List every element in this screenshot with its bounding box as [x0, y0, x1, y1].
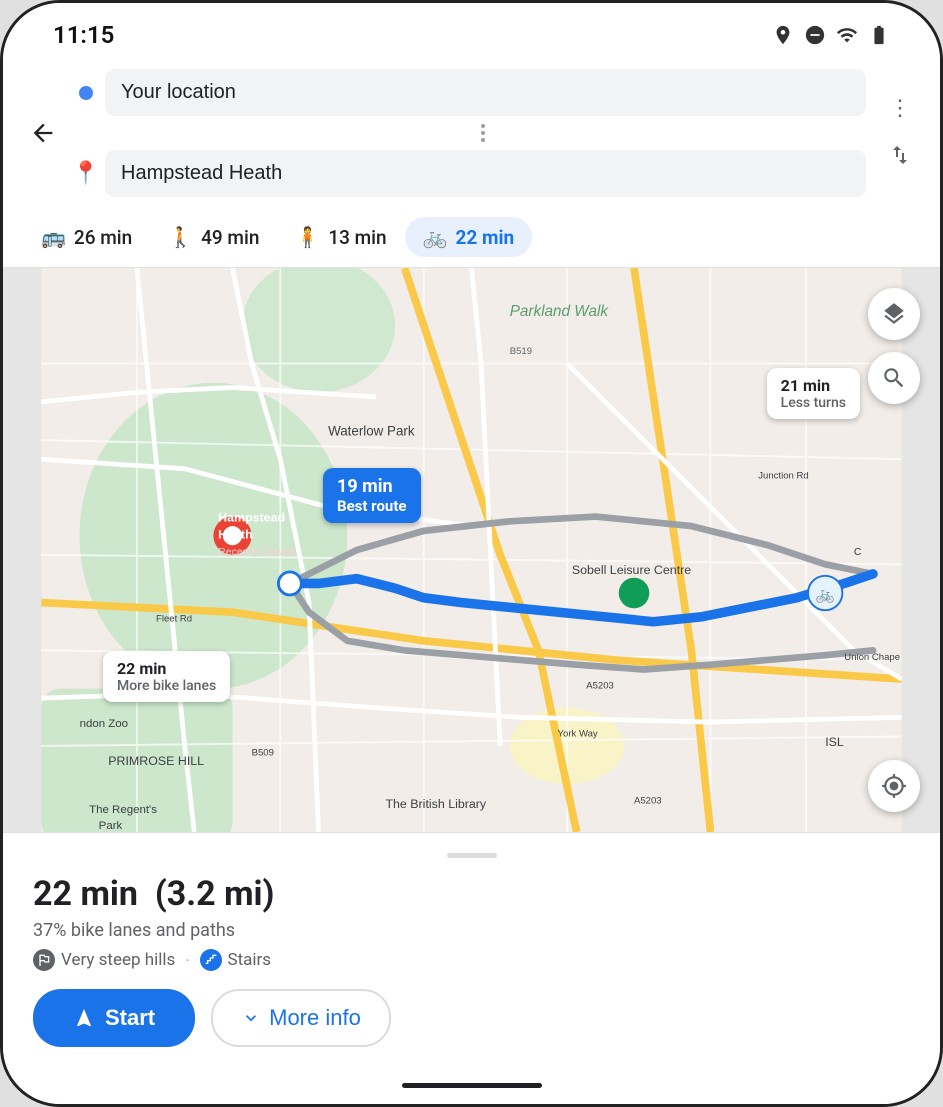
hills-icon	[33, 949, 55, 971]
swap-direction-button[interactable]	[880, 135, 920, 179]
origin-row	[77, 69, 866, 116]
transit-icon: 🚌	[41, 225, 66, 249]
more-options-button[interactable]: ⋮	[881, 88, 919, 129]
my-location-button[interactable]	[868, 760, 920, 812]
phone-frame: 11:15	[0, 0, 943, 1107]
svg-text:B519: B519	[510, 346, 532, 357]
start-label: Start	[105, 1005, 155, 1031]
svg-text:Waterlow Park: Waterlow Park	[328, 423, 415, 438]
bikelanes-time: 22 min	[117, 659, 216, 678]
route-inputs: 📍	[77, 69, 866, 197]
transport-tabs: 🚌 26 min 🚶 49 min 🧍 13 min 🚲 22 min	[3, 211, 940, 268]
stairs-icon	[200, 949, 222, 971]
svg-text:Recently viewed: Recently viewed	[218, 546, 295, 558]
origin-input[interactable]	[105, 69, 866, 116]
stairs-label: Stairs	[228, 950, 272, 970]
svg-text:PRIMROSE HILL: PRIMROSE HILL	[108, 754, 204, 768]
svg-text:🚲: 🚲	[816, 587, 835, 604]
svg-text:Sobell Leisure Centre: Sobell Leisure Centre	[572, 563, 691, 577]
svg-text:Parkland Walk: Parkland Walk	[510, 303, 610, 320]
svg-text:Junction Rd: Junction Rd	[758, 470, 808, 481]
svg-text:Union Chape: Union Chape	[844, 652, 900, 663]
nav-bar: 📍 ⋮	[3, 59, 940, 211]
connector-dots	[99, 124, 866, 142]
svg-text:York Way: York Way	[558, 728, 598, 739]
destination-input[interactable]	[105, 150, 866, 197]
map-area[interactable]: Parkland Walk Waterlow Park Hampstead He…	[3, 268, 940, 832]
less-turns-time: 21 min	[781, 376, 846, 395]
home-indicator	[3, 1073, 940, 1104]
summary-time: 22 min	[33, 874, 138, 914]
origin-icon	[77, 84, 95, 102]
route-summary-title: 22 min (3.2 mi)	[33, 874, 910, 914]
svg-text:ndon Zoo: ndon Zoo	[80, 718, 128, 730]
back-button[interactable]	[23, 113, 63, 153]
nav-row: 📍 ⋮	[23, 69, 920, 197]
action-buttons: Start More info	[33, 989, 910, 1047]
best-route-time: 19 min	[337, 476, 407, 497]
bikelanes-sublabel: More bike lanes	[117, 678, 216, 694]
dnd-status-icon	[804, 24, 826, 46]
chevron-down-icon	[241, 1008, 261, 1028]
battery-status-icon	[868, 24, 890, 46]
tab-bike[interactable]: 🚲 22 min	[405, 217, 533, 257]
stairs-tag: Stairs	[200, 949, 272, 971]
tab-walk[interactable]: 🚶 49 min	[150, 217, 277, 257]
bottom-sheet: 22 min (3.2 mi) 37% bike lanes and paths…	[3, 832, 940, 1073]
hills-label: Very steep hills	[61, 950, 175, 970]
layers-button[interactable]	[868, 288, 920, 340]
less-turns-sublabel: Less turns	[781, 395, 846, 411]
walk-time: 49 min	[201, 226, 259, 249]
svg-text:The British Library: The British Library	[385, 797, 486, 811]
status-time: 11:15	[53, 21, 114, 49]
best-route-sublabel: Best route	[337, 497, 407, 515]
svg-text:Hampstead: Hampstead	[218, 510, 285, 524]
svg-text:Heath: Heath	[218, 528, 252, 542]
bike-time: 22 min	[456, 226, 515, 249]
hike-time: 13 min	[328, 226, 386, 249]
svg-text:Park: Park	[99, 820, 123, 832]
svg-text:C: C	[854, 546, 862, 558]
route-tags: Very steep hills · Stairs	[33, 949, 910, 971]
navigation-icon	[73, 1007, 95, 1029]
route-summary-subtext: 37% bike lanes and paths	[33, 920, 910, 941]
transit-time: 26 min	[74, 226, 132, 249]
svg-text:A5203: A5203	[634, 795, 662, 806]
start-button[interactable]: Start	[33, 989, 195, 1047]
svg-text:A5203: A5203	[586, 681, 614, 692]
blue-dot-icon	[79, 86, 93, 100]
status-bar: 11:15	[3, 3, 940, 59]
wifi-status-icon	[836, 24, 858, 46]
more-bikelanes-route-label[interactable]: 22 min More bike lanes	[103, 651, 230, 702]
more-info-label: More info	[269, 1005, 361, 1031]
tab-walk2[interactable]: 🧍 13 min	[277, 217, 404, 257]
hills-tag: Very steep hills	[33, 949, 175, 971]
svg-text:B509: B509	[252, 748, 274, 759]
walk-icon: 🚶	[168, 225, 193, 249]
tag-separator: ·	[185, 951, 189, 970]
hike-icon: 🧍	[295, 225, 320, 249]
location-status-icon	[772, 24, 794, 46]
less-turns-route-label[interactable]: 21 min Less turns	[767, 368, 860, 419]
destination-row: 📍	[77, 150, 866, 197]
best-route-label[interactable]: 19 min Best route	[323, 468, 421, 523]
status-icons	[772, 24, 890, 46]
svg-text:Fleet Rd: Fleet Rd	[156, 614, 192, 625]
more-info-button[interactable]: More info	[211, 989, 391, 1047]
map-svg: Parkland Walk Waterlow Park Hampstead He…	[3, 268, 940, 832]
map-search-button[interactable]	[868, 352, 920, 404]
destination-icon: 📍	[77, 165, 95, 183]
summary-dist: (3.2 mi)	[155, 874, 275, 914]
svg-text:The Regent's: The Regent's	[89, 804, 157, 816]
sheet-handle	[447, 853, 497, 858]
svg-text:ISL: ISL	[825, 735, 844, 749]
tab-transit[interactable]: 🚌 26 min	[23, 217, 150, 257]
bike-icon: 🚲	[423, 225, 448, 249]
home-bar	[402, 1083, 542, 1088]
map-pin-icon: 📍	[72, 161, 99, 186]
